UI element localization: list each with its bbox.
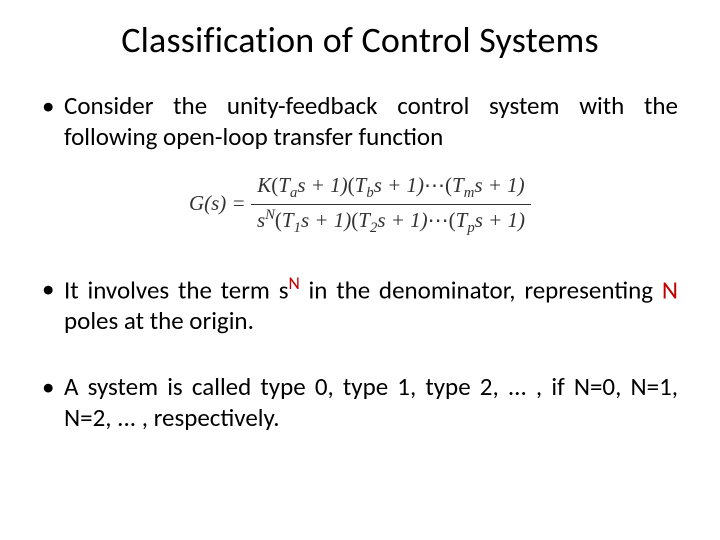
bullet-1: Consider the unity-feedback control syst… (42, 90, 678, 153)
bullet-list-2: It involves the term sN in the denominat… (42, 273, 678, 433)
slide: Classification of Control Systems Consid… (0, 0, 720, 433)
formula-fraction: K(Tas + 1)(Tbs + 1)⋯(Tms + 1) sN(T1s + 1… (251, 173, 531, 237)
formula-numerator: K(Tas + 1)(Tbs + 1)⋯(Tms + 1) (251, 173, 531, 205)
slide-title: Classification of Control Systems (42, 18, 678, 62)
formula-denominator: sN(T1s + 1)(T2s + 1)⋯(Tps + 1) (251, 205, 531, 237)
bullet-2: It involves the term sN in the denominat… (42, 273, 678, 337)
transfer-function-formula: G(s) = K(Tas + 1)(Tbs + 1)⋯(Tms + 1) sN(… (42, 173, 678, 237)
bullet-3: A system is called type 0, type 1, type … (42, 371, 678, 434)
bullet-list: Consider the unity-feedback control syst… (42, 90, 678, 153)
formula-lhs: G(s) = (189, 191, 251, 215)
